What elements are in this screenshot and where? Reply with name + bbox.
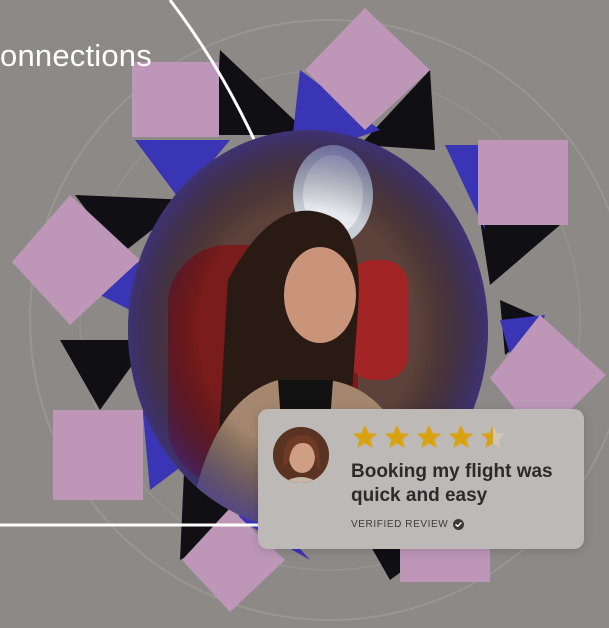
hero-stage: onnections Booking my flight was quick a… (0, 0, 609, 628)
hero-headline: onnections (0, 38, 152, 73)
rating-stars (351, 423, 507, 451)
star-icon (449, 425, 473, 448)
verified-review-badge: VERIFIED REVIEW (351, 519, 465, 530)
star-icon (417, 425, 441, 448)
review-quote: Booking my flight was quick and easy (351, 461, 553, 506)
star-icon (481, 425, 505, 448)
star-icon (353, 425, 377, 448)
reviewer-avatar-image (273, 427, 329, 483)
reviewer-avatar (273, 427, 329, 483)
check-badge-icon (453, 519, 465, 530)
review-card: Booking my flight was quick and easy VER… (258, 409, 584, 549)
verified-review-label: VERIFIED REVIEW (351, 519, 449, 530)
star-icon (385, 425, 409, 448)
